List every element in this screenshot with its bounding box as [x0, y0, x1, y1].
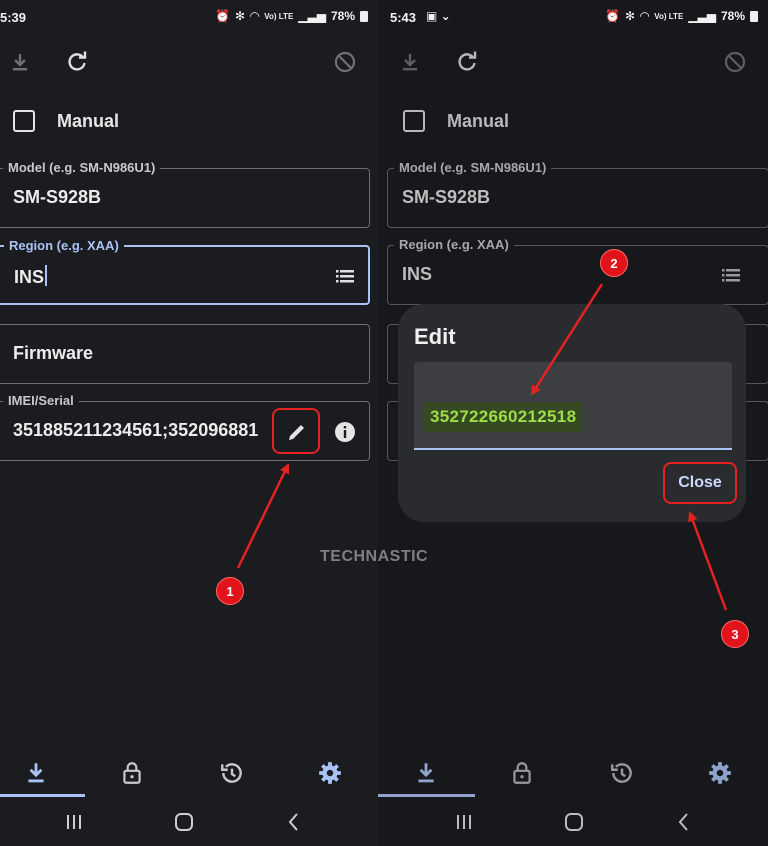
callout-badge-2: 2	[600, 249, 628, 277]
imei-value: 351885211234561;352096881	[13, 420, 259, 440]
nav-download-icon[interactable]	[413, 760, 439, 786]
battery-percent: 78%	[330, 9, 355, 23]
text-caret	[45, 265, 48, 286]
back-icon[interactable]	[672, 810, 696, 834]
manual-checkbox[interactable]	[13, 110, 35, 132]
nav-active-indicator	[0, 794, 85, 797]
refresh-icon[interactable]	[455, 50, 479, 74]
alarm-icon: ⏰	[215, 9, 230, 23]
edit-button[interactable]	[272, 408, 320, 454]
dialog-title: Edit	[414, 324, 456, 349]
imei-label: IMEI/Serial	[3, 393, 79, 408]
model-value-right: SM-S928B	[402, 187, 491, 207]
bluetooth-icon: ✻	[234, 9, 246, 23]
model-label: Model (e.g. SM-N986U1)	[3, 160, 161, 175]
recent-apps-icon[interactable]	[62, 810, 86, 834]
region-field-right[interactable]: Region (e.g. XAA) INS	[387, 237, 768, 305]
manual-label-right: Manual	[447, 110, 510, 131]
home-icon[interactable]	[562, 810, 586, 834]
home-icon[interactable]	[172, 810, 196, 834]
status-time-right: 5:43	[390, 10, 417, 25]
block-icon[interactable]	[333, 50, 357, 74]
edit-dialog: Edit 352722660212518 Close	[398, 304, 746, 522]
left-screen: 5:39 ⏰ ✻ ◠ Vo) LTE ▁▃▅ 78% Manual Model …	[0, 0, 378, 846]
manual-toggle-right[interactable]: Manual	[403, 110, 509, 132]
download-icon[interactable]	[8, 50, 32, 74]
firmware-placeholder: Firmware	[13, 343, 94, 363]
model-field[interactable]: Model (e.g. SM-N986U1) SM-S928B	[0, 160, 370, 228]
nav-history-icon[interactable]	[219, 760, 245, 786]
info-icon[interactable]	[333, 420, 357, 444]
battery-percent-right: 78%	[720, 9, 745, 23]
watermark: TECHNASTIC	[320, 548, 429, 565]
alarm-icon: ⏰	[605, 9, 620, 23]
close-button[interactable]: Close	[663, 462, 737, 504]
block-icon[interactable]	[723, 50, 747, 74]
manual-label: Manual	[57, 110, 120, 131]
nav-settings-icon[interactable]	[317, 760, 343, 786]
callout-badge-1: 1	[216, 577, 244, 605]
right-screen: 5:43 ▣ ⌄ ⏰ ✻ ◠ Vo) LTE ▁▃▅ 78% Manual Mo…	[378, 0, 768, 846]
bottom-nav	[0, 748, 378, 798]
bluetooth-icon: ✻	[624, 9, 636, 23]
nav-lock-icon[interactable]	[119, 760, 145, 786]
refresh-icon[interactable]	[65, 50, 89, 74]
status-icons: ⏰ ✻ ◠ Vo) LTE ▁▃▅ 78%	[215, 9, 368, 23]
battery-icon	[360, 10, 368, 22]
region-field[interactable]: Region (e.g. XAA) INS	[0, 238, 370, 305]
nav-lock-icon[interactable]	[509, 760, 535, 786]
list-icon[interactable]	[720, 264, 742, 286]
edit-input-value: 352722660212518	[424, 402, 583, 432]
signal-icon: ▁▃▅	[298, 9, 326, 23]
network-label: Vo) LTE	[654, 11, 684, 21]
wifi-icon: ◠	[250, 9, 260, 23]
bottom-nav-right	[378, 748, 768, 798]
model-label-right: Model (e.g. SM-N986U1)	[394, 160, 552, 175]
recent-apps-icon[interactable]	[452, 810, 476, 834]
region-value: INS	[14, 265, 48, 288]
callout-badge-3: 3	[721, 620, 749, 648]
wifi-icon: ◠	[640, 9, 650, 23]
manual-checkbox-right[interactable]	[403, 110, 425, 132]
status-time: 5:39	[0, 10, 27, 25]
nav-settings-icon[interactable]	[707, 760, 733, 786]
manual-toggle[interactable]: Manual	[13, 110, 119, 132]
region-label: Region (e.g. XAA)	[4, 238, 124, 253]
nav-download-icon[interactable]	[23, 760, 49, 786]
region-label-right: Region (e.g. XAA)	[394, 237, 514, 252]
list-icon[interactable]	[334, 265, 356, 287]
download-icon[interactable]	[398, 50, 422, 74]
model-value: SM-S928B	[13, 187, 102, 207]
pencil-icon	[289, 425, 304, 440]
signal-icon: ▁▃▅	[688, 9, 716, 23]
edit-input[interactable]: 352722660212518	[414, 362, 732, 450]
nav-active-indicator-right	[378, 794, 475, 797]
model-field-right[interactable]: Model (e.g. SM-N986U1) SM-S928B	[387, 160, 768, 228]
region-value-right: INS	[402, 264, 433, 284]
status-icons-right: ⏰ ✻ ◠ Vo) LTE ▁▃▅ 78%	[605, 9, 758, 23]
firmware-field[interactable]: Firmware	[0, 324, 370, 384]
gallery-notification-icon: ▣ ⌄	[426, 9, 451, 23]
network-label: Vo) LTE	[264, 11, 294, 21]
battery-icon	[750, 10, 758, 22]
status-bar: 5:39 ⏰ ✻ ◠ Vo) LTE ▁▃▅ 78%	[0, 0, 378, 36]
back-icon[interactable]	[282, 810, 306, 834]
status-bar-right: 5:43 ▣ ⌄ ⏰ ✻ ◠ Vo) LTE ▁▃▅ 78%	[378, 0, 768, 36]
nav-history-icon[interactable]	[609, 760, 635, 786]
